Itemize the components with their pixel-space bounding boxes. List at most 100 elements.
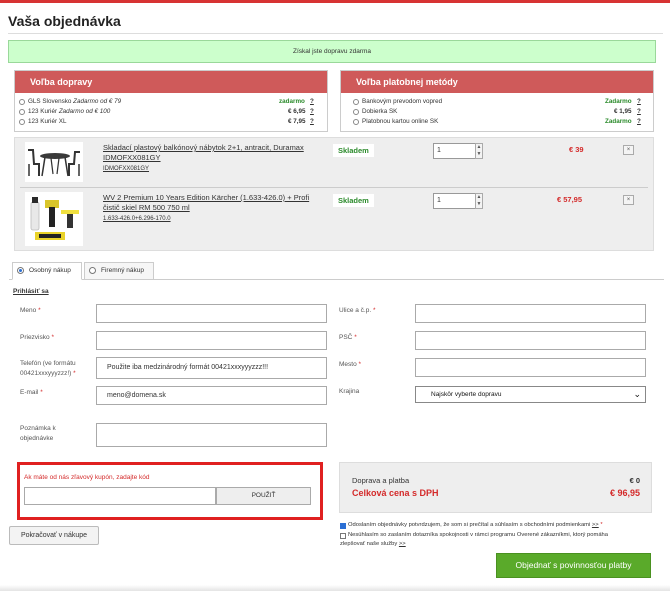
email-label: E-mail *: [20, 389, 43, 396]
last-name-label: Priezvisko *: [20, 334, 54, 341]
shipping-option-price: € 7,95: [288, 118, 306, 125]
payment-option-price: € 1,95: [614, 108, 632, 115]
phone-field[interactable]: Použite iba medzinárodný formát 00421xxx…: [96, 357, 327, 379]
survey-checkbox[interactable]: [340, 533, 346, 539]
radio-button[interactable]: [19, 119, 25, 125]
total-price-label: Celková cena s DPH: [352, 488, 439, 498]
street-field[interactable]: [415, 304, 646, 323]
shipping-option-name: 123 Kuriér: [28, 108, 58, 115]
shipping-option-note: Zadarmo od € 100: [58, 108, 111, 115]
shipping-option-123kurier-xl[interactable]: 123 Kuriér XL € 7,95 ?: [15, 117, 327, 127]
product-image-furniture[interactable]: [25, 142, 83, 182]
country-label: Krajina: [339, 388, 360, 395]
quantity-stepper[interactable]: ▲ ▼: [475, 143, 483, 159]
coupon-input[interactable]: [24, 487, 216, 505]
country-select-value: Najskôr vyberte dopravu: [431, 391, 502, 398]
help-icon[interactable]: ?: [637, 117, 641, 127]
survey-consent-text-2: zlepšovať naše služby >>: [340, 541, 406, 547]
shipping-option-name: 123 Kuriér XL: [28, 118, 67, 125]
shipping-cost-value: € 0: [629, 476, 640, 485]
shipping-option-123kurier[interactable]: 123 Kuriér Zadarmo od € 100 € 6,95 ?: [15, 107, 327, 117]
payment-option-name: Dobierka SK: [362, 108, 398, 115]
help-icon[interactable]: ?: [637, 107, 641, 117]
payment-option-name: Platobnou kartou online SK: [362, 118, 439, 125]
street-label: Ulice a č.p. *: [339, 307, 376, 314]
radio-button[interactable]: [19, 99, 25, 105]
bottom-shadow: [0, 585, 670, 591]
product-name-link[interactable]: WV 2 Premium 10 Years Edition Kärcher (1…: [103, 193, 333, 213]
radio-button[interactable]: [353, 119, 359, 125]
free-shipping-notice: Získal jste dopravu zdarma: [8, 40, 656, 63]
shipping-panel: Voľba dopravy GLS Slovensko Zadarmo od €…: [14, 70, 328, 132]
email-field[interactable]: meno@domena.sk: [96, 386, 327, 405]
payment-option-cod[interactable]: Dobierka SK € 1,95 ?: [341, 107, 653, 117]
coupon-label: Ak máte od nás zľavový kupón, zadajte kó…: [24, 474, 150, 481]
apply-coupon-button[interactable]: POUŽIŤ: [216, 487, 311, 505]
help-icon[interactable]: ?: [310, 117, 314, 127]
survey-consent-text: Nesúhlasím so zaslaním dotazníka spokojn…: [348, 532, 609, 538]
shipping-option-note: Zadarmo od € 79: [73, 98, 122, 105]
product-name-link[interactable]: Skladací plastový balkónový nábytok 2+1,…: [103, 143, 331, 163]
radio-button[interactable]: [19, 109, 25, 115]
payment-option-price: Zadarmo: [605, 118, 632, 125]
payment-option-name: Bankovým prevodom vopred: [362, 98, 443, 105]
remove-icon: ×: [626, 147, 631, 153]
note-label: Poznámka k objednávke: [20, 425, 56, 442]
help-icon[interactable]: ?: [310, 107, 314, 117]
product-image-window-vac[interactable]: [25, 192, 83, 246]
terms-link[interactable]: >>: [592, 522, 599, 528]
city-field[interactable]: [415, 358, 646, 377]
product-sku[interactable]: 1.633-426.0+6.296-170.0: [103, 216, 171, 222]
remove-icon: ×: [626, 197, 631, 203]
item-price: € 39: [569, 145, 584, 154]
place-order-button[interactable]: Objednať s povinnosťou platby: [496, 553, 651, 578]
shipping-option-price: zadarmo: [279, 98, 305, 105]
shipping-option-name: GLS Slovensko: [28, 98, 72, 105]
remove-item-button[interactable]: ×: [623, 195, 634, 205]
help-icon[interactable]: ?: [310, 97, 314, 107]
remove-item-button[interactable]: ×: [623, 145, 634, 155]
tab-company-purchase[interactable]: Firemný nákup: [84, 262, 154, 280]
last-name-field[interactable]: [96, 331, 327, 350]
radio-button[interactable]: [17, 267, 24, 274]
tab-personal-purchase[interactable]: Osobný nákup: [12, 262, 82, 280]
city-label: Mesto *: [339, 361, 362, 368]
shipping-panel-header: Voľba dopravy: [15, 71, 327, 93]
terms-checkbox[interactable]: [340, 523, 346, 529]
radio-button[interactable]: [353, 109, 359, 115]
shipping-cost-label: Doprava a platba: [352, 476, 410, 485]
tab-label: Firemný nákup: [101, 267, 144, 274]
total-price-value: € 96,95: [609, 488, 640, 498]
shipping-option-price: € 6,95: [288, 108, 306, 115]
first-name-label: Meno *: [20, 307, 41, 314]
continue-shopping-button[interactable]: Pokračovať v nákupe: [9, 526, 99, 545]
radio-button[interactable]: [353, 99, 359, 105]
stock-status: Skladem: [333, 194, 374, 207]
divider: [8, 33, 663, 34]
zip-field[interactable]: [415, 331, 646, 350]
help-icon[interactable]: ?: [637, 97, 641, 107]
shipping-option-gls[interactable]: GLS Slovensko Zadarmo od € 79 zadarmo ?: [15, 97, 327, 107]
login-link[interactable]: Prihlásiť sa: [13, 288, 49, 295]
first-name-field[interactable]: [96, 304, 327, 323]
chevron-down-icon: ⌄: [633, 389, 641, 399]
payment-panel-header: Voľba platobnej metódy: [341, 71, 653, 93]
payment-option-price: Zadarmo: [605, 98, 632, 105]
item-price: € 57,95: [557, 195, 583, 204]
tab-label: Osobný nákup: [29, 267, 71, 274]
radio-button[interactable]: [89, 267, 96, 274]
country-select[interactable]: Najskôr vyberte dopravu ⌄: [415, 386, 646, 403]
quantity-stepper[interactable]: ▲ ▼: [475, 193, 483, 209]
payment-option-bank[interactable]: Bankovým prevodom vopred Zadarmo ?: [341, 97, 653, 107]
note-textarea[interactable]: [96, 423, 327, 447]
survey-link[interactable]: >>: [399, 541, 406, 547]
payment-option-card[interactable]: Platobnou kartou online SK Zadarmo ?: [341, 117, 653, 127]
page-title: Vaša objednávka: [8, 13, 121, 29]
stock-status: Skladem: [333, 144, 374, 157]
product-sku[interactable]: IDMOFXX081GY: [103, 166, 149, 172]
zip-label: PSČ *: [339, 334, 357, 341]
payment-panel: Voľba platobnej metódy Bankovým prevodom…: [340, 70, 654, 132]
top-accent-bar: [0, 0, 670, 3]
divider: [20, 187, 648, 188]
terms-consent-text: Odoslaním objednávky potvrdzujem, že som…: [348, 522, 603, 528]
